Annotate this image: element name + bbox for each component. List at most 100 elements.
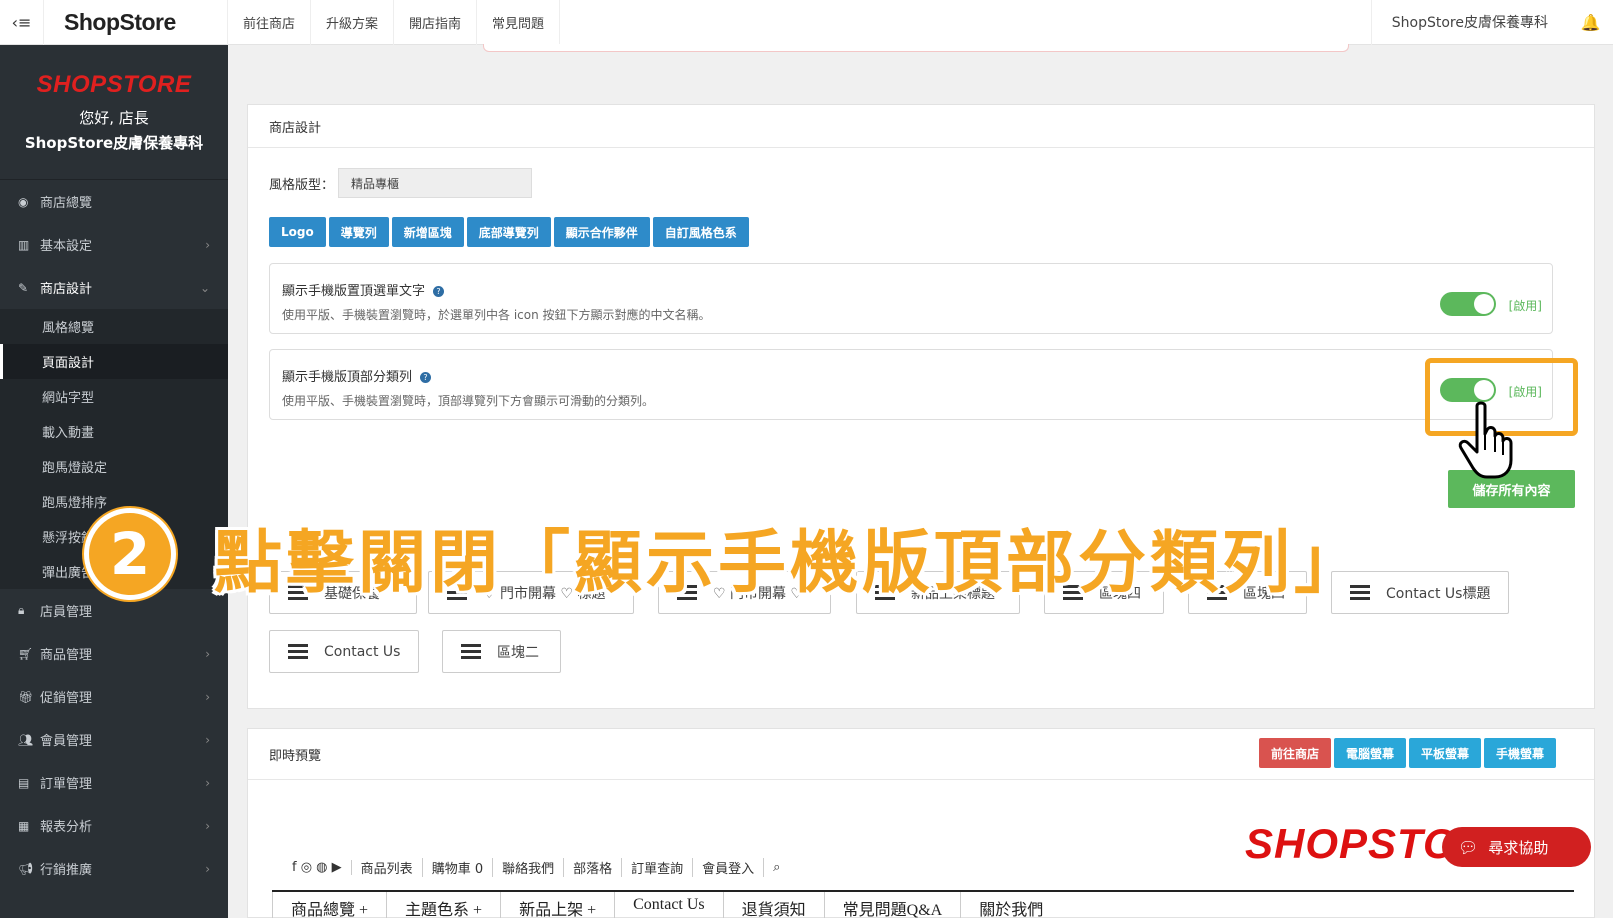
preview-mobile-button[interactable]: 手機螢幕 — [1483, 738, 1556, 768]
sidebar-item-members[interactable]: 👥︎ 會員管理 › — [0, 718, 228, 761]
nav-go-store[interactable]: 前往商店 — [228, 0, 312, 45]
tab-custom-color[interactable]: 自訂風格色系 — [652, 217, 749, 247]
block-chip[interactable]: 區塊二 — [442, 630, 561, 673]
chevron-right-icon: › — [205, 237, 210, 252]
bank-icon: ▥ — [18, 237, 30, 252]
preview-nav-blog[interactable]: 部落格 — [564, 858, 623, 877]
tab-partners[interactable]: 顯示合作夥伴 — [553, 217, 650, 247]
setting-mobile-category-bar: 顯示手機版頂部分類列? 使用平版、手機裝置瀏覽時，頂部導覽列下方會顯示可滑動的分… — [269, 349, 1553, 420]
app-logo[interactable]: ShopStore — [44, 0, 228, 45]
top-nav: 前往商店 升級方案 開店指南 常見問題 — [228, 0, 561, 45]
sidebar-item-design[interactable]: ✎ 商店設計 ⌄ — [0, 266, 228, 309]
sidebar: SHOPSTORE 您好, 店長 ShopStore皮膚保養專科 ◉ 商店總覽 ▥… — [0, 45, 228, 918]
block-chip[interactable]: Contact Us — [269, 630, 419, 673]
nav-upgrade[interactable]: 升級方案 — [311, 0, 395, 45]
alert-edge — [483, 44, 1349, 52]
tab-navbar[interactable]: 導覽列 — [328, 217, 389, 247]
chat-icon: 💬︎ — [1458, 837, 1479, 857]
bell-icon[interactable]: 🔔 — [1568, 13, 1613, 32]
preview-menu-item[interactable]: Contact Us — [614, 892, 723, 918]
nav-guide[interactable]: 開店指南 — [394, 0, 478, 45]
chevron-right-icon: › — [205, 646, 210, 661]
sidebar-brand: SHOPSTORE 您好, 店長 ShopStore皮膚保養專科 — [0, 45, 228, 180]
store-design-card: 商店設計 風格版型： 精品專櫃 Logo 導覽列 新增區塊 底部導覽列 顯示合作… — [247, 104, 1595, 709]
chevron-right-icon: › — [205, 818, 210, 833]
drag-handle-icon[interactable] — [288, 641, 308, 662]
preview-go-store-button[interactable]: 前往商店 — [1258, 738, 1331, 768]
chevron-right-icon: › — [205, 861, 210, 876]
chevron-right-icon: › — [205, 775, 210, 790]
sidebar-item-products[interactable]: 🛒︎ 商品管理 › — [0, 632, 228, 675]
search-icon[interactable]: ⌕ — [764, 860, 789, 875]
gift-icon: 🎁︎ — [18, 689, 34, 704]
top-bar: ‹≡ ShopStore 前往商店 升級方案 開店指南 常見問題 ShopSto… — [0, 0, 1613, 45]
drag-handle-icon[interactable] — [461, 641, 481, 662]
megaphone-icon: 📢︎ — [18, 861, 34, 876]
greeting: 您好, 店長 — [79, 109, 149, 127]
preview-desktop-button[interactable]: 電腦螢幕 — [1333, 738, 1406, 768]
setting-title: 顯示手機版頂部分類列 — [282, 370, 413, 385]
sidebar-sub-page-design[interactable]: 頁面設計 — [0, 344, 228, 379]
sidebar-sub-style[interactable]: 風格總覽 — [0, 309, 228, 344]
preview-menu-item[interactable]: 新品上架 + — [500, 892, 614, 918]
design-tabs: Logo 導覽列 新增區塊 底部導覽列 顯示合作夥伴 自訂風格色系 — [269, 217, 749, 247]
social-icons: f ◎ ◍ ▶ — [283, 860, 352, 875]
brush-icon: ✎ — [18, 280, 29, 295]
sidebar-item-orders[interactable]: ▤ 訂單管理 › — [0, 761, 228, 804]
tab-footer-nav[interactable]: 底部導覽列 — [466, 217, 551, 247]
sidebar-logo: SHOPSTORE — [36, 71, 192, 98]
chevron-down-icon: ⌄ — [199, 280, 210, 295]
chevron-right-icon: › — [205, 689, 210, 704]
nav-faq[interactable]: 常見問題 — [477, 0, 561, 45]
sidebar-item-marketing[interactable]: 📢︎ 行銷推廣 › — [0, 847, 228, 890]
setting-title: 顯示手機版置頂選單文字 — [282, 284, 426, 299]
step-number-badge: 2 — [84, 508, 176, 600]
sidebar-store-name: ShopStore皮膚保養專科 — [24, 134, 204, 152]
sidebar-sub-font[interactable]: 網站字型 — [0, 379, 228, 414]
users-icon: 👥︎ — [18, 732, 34, 747]
dashboard-icon: ◉ — [18, 194, 29, 209]
preview-nav-contact[interactable]: 聯絡我們 — [493, 858, 565, 877]
preview-menu-item[interactable]: 常見問題Q&A — [823, 892, 961, 918]
tab-add-block[interactable]: 新增區塊 — [391, 217, 464, 247]
style-select[interactable]: 精品專櫃 — [338, 168, 533, 198]
help-chat-button[interactable]: 💬︎ 尋求協助 — [1442, 827, 1591, 867]
setting-desc: 使用平版、手機裝置瀏覽時，於選單列中各 icon 按鈕下方顯示對應的中文名稱。 — [282, 308, 711, 322]
lock-icon: 🔒︎ — [18, 603, 25, 617]
preview-nav-orders[interactable]: 訂單查詢 — [622, 858, 694, 877]
preview-menu-item[interactable]: 關於我們 — [960, 892, 1061, 918]
sidebar-item-promo[interactable]: 🎁︎ 促銷管理 › — [0, 675, 228, 718]
sidebar-sub-loading[interactable]: 載入動畫 — [0, 414, 228, 449]
help-icon[interactable]: ? — [420, 372, 432, 383]
toggle-knob — [1474, 294, 1494, 314]
preview-menu-item[interactable]: 主題色系 + — [386, 892, 500, 918]
preview-buttons: 前往商店 電腦螢幕 平板螢幕 手機螢幕 — [1258, 738, 1556, 768]
preview-menu-item[interactable]: 退貨須知 — [722, 892, 824, 918]
instruction-caption: 點擊關閉「顯示手機版頂部分類列」 — [214, 524, 1367, 603]
chevron-right-icon: › — [205, 732, 210, 747]
toggle-state: [啟用] — [1508, 299, 1542, 313]
help-icon[interactable]: ? — [433, 286, 445, 297]
chart-icon: ▦ — [18, 818, 30, 833]
style-label: 風格版型： — [269, 177, 335, 193]
preview-tablet-button[interactable]: 平板螢幕 — [1408, 738, 1481, 768]
store-name-link[interactable]: ShopStore皮膚保養專科 — [1370, 0, 1568, 45]
sidebar-item-overview[interactable]: ◉ 商店總覽 — [0, 180, 228, 223]
toggle-switch[interactable] — [1440, 292, 1496, 316]
preview-nav: f ◎ ◍ ▶ 商品列表 購物車 0 聯絡我們 部落格 訂單查詢 會員登入 ⌕ — [283, 858, 789, 877]
setting-desc: 使用平版、手機裝置瀏覽時，頂部導覽列下方會顯示可滑動的分類列。 — [282, 394, 655, 408]
sidebar-item-basic[interactable]: ▥ 基本設定 › — [0, 223, 228, 266]
preview-menu-item[interactable]: 商品總覽 + — [272, 892, 386, 918]
style-row: 風格版型： 精品專櫃 — [269, 168, 533, 198]
menu-toggle-icon[interactable]: ‹≡ — [0, 0, 44, 45]
preview-nav-login[interactable]: 會員登入 — [693, 858, 765, 877]
sidebar-item-reports[interactable]: ▦ 報表分析 › — [0, 804, 228, 847]
card-title: 商店設計 — [248, 105, 1594, 148]
preview-nav-cart[interactable]: 購物車 0 — [423, 858, 494, 877]
tab-logo[interactable]: Logo — [269, 217, 326, 247]
cart-icon: 🛒︎ — [18, 646, 34, 661]
orders-icon: ▤ — [18, 775, 30, 790]
preview-menu: 商品總覽 + 主題色系 + 新品上架 + Contact Us 退貨須知 常見問… — [272, 892, 1061, 918]
sidebar-sub-marquee[interactable]: 跑馬燈設定 — [0, 449, 228, 484]
preview-nav-products[interactable]: 商品列表 — [352, 858, 423, 877]
